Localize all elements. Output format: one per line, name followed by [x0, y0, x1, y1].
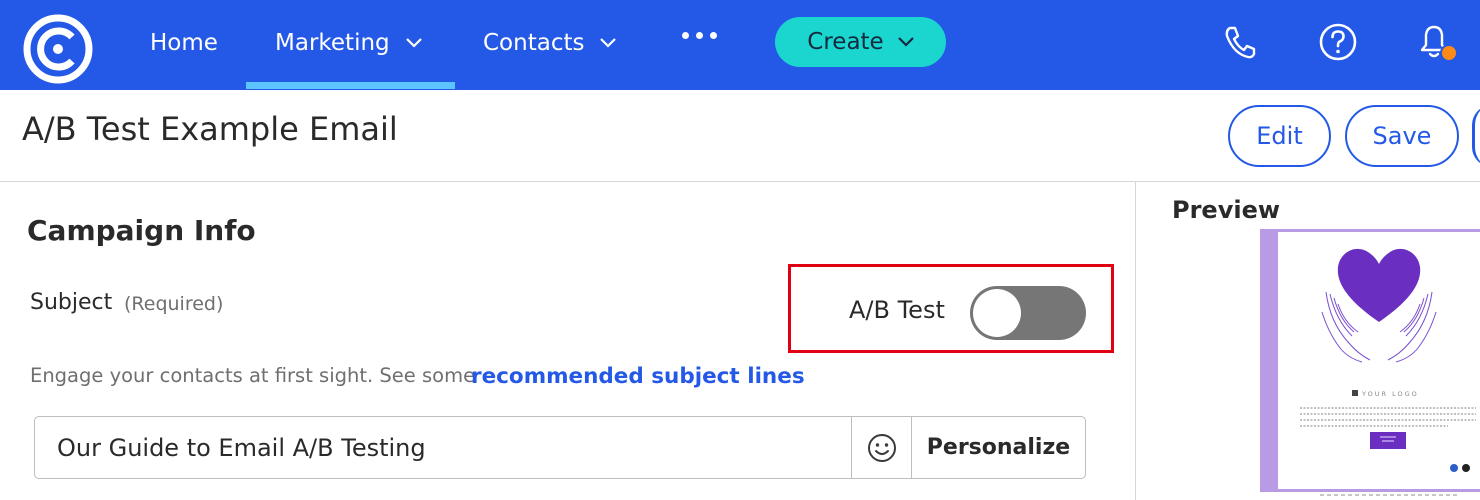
phone-icon[interactable] [1220, 22, 1260, 62]
save-button[interactable]: Save [1345, 105, 1459, 167]
preview-logo-text: YOUR LOGO [1361, 390, 1419, 398]
create-button-label: Create [807, 29, 884, 55]
notification-badge [1440, 44, 1458, 62]
preview-title: Preview [1172, 196, 1281, 224]
active-tab-indicator [246, 82, 455, 89]
ab-test-label: A/B Test [849, 296, 945, 324]
emoji-button[interactable] [851, 416, 912, 479]
top-nav-bar: Home Marketing Contacts Create [0, 0, 1480, 90]
header-divider [0, 181, 1480, 182]
subject-label: Subject [30, 290, 113, 315]
nav-item-marketing[interactable]: Marketing [275, 26, 422, 60]
chevron-down-icon [600, 38, 617, 48]
social-icon [1462, 464, 1470, 472]
facebook-icon [1450, 464, 1458, 472]
preview-logo-mark [1352, 390, 1358, 396]
subject-input[interactable]: Our Guide to Email A/B Testing [34, 416, 852, 479]
section-title: Campaign Info [27, 214, 256, 247]
preview-footer-text [1320, 494, 1460, 496]
edit-button[interactable]: Edit [1228, 105, 1331, 167]
more-menu-icon[interactable] [682, 32, 717, 39]
toggle-knob [973, 289, 1021, 337]
nav-item-label: Marketing [275, 30, 390, 56]
chevron-down-icon [405, 38, 422, 48]
edit-button-label: Edit [1256, 122, 1303, 150]
personalize-button-label: Personalize [926, 435, 1071, 460]
helper-text: Engage your contacts at first sight. See… [30, 364, 476, 387]
next-button-partial[interactable] [1472, 105, 1480, 167]
subject-required-hint: (Required) [124, 293, 224, 315]
email-preview-image: YOUR LOGO [1300, 248, 1476, 472]
nav-item-home[interactable]: Home [150, 26, 218, 60]
chevron-down-icon [897, 37, 914, 47]
panel-divider [1135, 181, 1136, 500]
create-button[interactable]: Create [775, 17, 946, 67]
save-button-label: Save [1372, 122, 1432, 150]
nav-item-label: Home [150, 30, 218, 56]
preview-body-text [1300, 407, 1476, 427]
recommended-subject-lines-link[interactable]: recommended subject lines [471, 364, 805, 389]
subject-input-value: Our Guide to Email A/B Testing [57, 433, 426, 462]
personalize-button[interactable]: Personalize [911, 416, 1086, 479]
nav-item-label: Contacts [483, 30, 585, 56]
ab-test-toggle[interactable] [970, 286, 1086, 340]
nav-item-contacts[interactable]: Contacts [483, 26, 617, 60]
page-title: A/B Test Example Email [22, 110, 398, 148]
logo-icon[interactable] [22, 13, 94, 85]
help-icon[interactable] [1318, 22, 1358, 62]
smiley-icon [867, 433, 896, 462]
heart-icon [1337, 248, 1421, 322]
